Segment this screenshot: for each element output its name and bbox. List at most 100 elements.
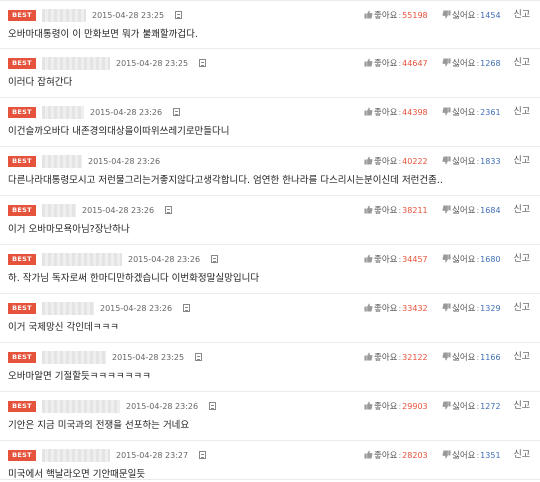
thumbs-up-icon [364,58,373,67]
vote-area: 좋아요:33432 싫어요:1329 신고 [364,302,536,316]
report-button[interactable]: 신고 [513,9,530,22]
dislike-label: 싫어요 [452,206,476,216]
thumbs-down-icon [442,352,451,361]
dislike-button[interactable]: 싫어요:1329 [442,302,501,316]
like-label: 좋아요 [374,157,398,167]
memo-icon[interactable] [195,353,202,361]
memo-icon[interactable] [173,108,180,116]
username-blurred[interactable] [42,9,86,22]
report-button[interactable]: 신고 [513,449,530,462]
dislike-label: 싫어요 [452,108,476,118]
memo-icon[interactable] [199,59,206,67]
comment-text: 이거 국제망신 각인데ㅋㅋㅋ [8,322,119,333]
report-button[interactable]: 신고 [513,204,530,217]
comment-text: 오바마대통령이 이 만화보면 뭐가 불쾌할까겁다. [8,29,198,40]
dislike-label: 싫어요 [452,451,476,461]
report-button[interactable]: 신고 [513,302,530,315]
dislike-count: 1272 [480,402,501,411]
like-count: 33432 [402,304,428,313]
username-blurred[interactable] [42,57,110,70]
memo-icon[interactable] [211,255,218,263]
username-blurred[interactable] [42,106,84,119]
username-blurred[interactable] [42,400,120,413]
memo-icon[interactable] [199,451,206,459]
dislike-button[interactable]: 싫어요:1684 [442,204,501,218]
like-button[interactable]: 좋아요:40222 [364,155,428,169]
comment-item: BEST 2015-04-28 23:26 좋아요:29903 싫어요:1272… [0,392,540,441]
dislike-count: 1680 [480,255,501,264]
dislike-button[interactable]: 싫어요:1268 [442,57,501,71]
like-button[interactable]: 좋아요:28203 [364,449,428,463]
separator: : [398,402,402,411]
vote-area: 좋아요:32122 싫어요:1166 신고 [364,351,536,365]
comment-list: BEST 2015-04-28 23:25 좋아요:55198 싫어요:1454… [0,0,540,480]
thumbs-down-icon [442,205,451,214]
username-blurred[interactable] [42,351,106,364]
like-count: 28203 [402,451,428,460]
dislike-button[interactable]: 싫어요:1166 [442,351,501,365]
thumbs-down-icon [442,303,451,312]
username-blurred[interactable] [42,449,110,462]
separator: : [476,157,480,166]
username-blurred[interactable] [42,302,94,315]
report-button[interactable]: 신고 [513,57,530,70]
dislike-label: 싫어요 [452,11,476,21]
like-button[interactable]: 좋아요:29903 [364,400,428,414]
thumbs-up-icon [364,303,373,312]
comment-date: 2015-04-28 23:26 [128,255,201,264]
like-button[interactable]: 좋아요:32122 [364,351,428,365]
like-label: 좋아요 [374,11,398,21]
comment-date: 2015-04-28 23:26 [82,206,155,215]
dislike-button[interactable]: 싫어요:2361 [442,106,501,120]
memo-icon[interactable] [175,11,182,19]
username-blurred[interactable] [42,204,76,217]
dislike-button[interactable]: 싫어요:1680 [442,253,501,267]
separator: : [476,108,480,117]
thumbs-down-icon [442,107,451,116]
dislike-button[interactable]: 싫어요:1272 [442,400,501,414]
like-count: 38211 [402,206,428,215]
separator: : [476,255,480,264]
separator: : [398,255,402,264]
like-button[interactable]: 좋아요:55198 [364,9,428,23]
like-count: 55198 [402,11,428,20]
comment-text: 이러다 잡혀간다 [8,77,73,88]
best-badge: BEST [8,107,36,118]
comment-item: BEST 2015-04-28 23:27 좋아요:28203 싫어요:1351… [0,441,540,480]
like-button[interactable]: 좋아요:44398 [364,106,428,120]
comment-item: BEST 2015-04-28 23:25 좋아요:55198 싫어요:1454… [0,0,540,49]
report-button[interactable]: 신고 [513,400,530,413]
thumbs-up-icon [364,254,373,263]
memo-icon[interactable] [165,206,172,214]
dislike-label: 싫어요 [452,59,476,69]
separator: : [476,11,480,20]
dislike-button[interactable]: 싫어요:1833 [442,155,501,169]
dislike-count: 1351 [480,451,501,460]
like-button[interactable]: 좋아요:34457 [364,253,428,267]
report-button[interactable]: 신고 [513,351,530,364]
separator: : [398,451,402,460]
memo-icon[interactable] [183,304,190,312]
username-blurred[interactable] [42,253,122,266]
thumbs-up-icon [364,156,373,165]
report-button[interactable]: 신고 [513,106,530,119]
best-badge: BEST [8,450,36,461]
like-label: 좋아요 [374,353,398,363]
report-button[interactable]: 신고 [513,155,530,168]
memo-icon[interactable] [209,402,216,410]
comment-date: 2015-04-28 23:25 [112,353,185,362]
thumbs-up-icon [364,450,373,459]
like-count: 34457 [402,255,428,264]
dislike-button[interactable]: 싫어요:1351 [442,449,501,463]
comment-text: 다른나라대통령모시고 저런물그리는거좋지않다고생각합니다. 엄연한 한나라를 다… [8,175,443,186]
comment-text: 하. 작가님 독자로써 한마디만하겠습니다 이번화정말실망입니다 [8,273,260,284]
username-blurred[interactable] [42,155,82,168]
dislike-button[interactable]: 싫어요:1454 [442,9,501,23]
like-button[interactable]: 좋아요:44647 [364,57,428,71]
like-button[interactable]: 좋아요:38211 [364,204,428,218]
like-button[interactable]: 좋아요:33432 [364,302,428,316]
like-label: 좋아요 [374,402,398,412]
dislike-count: 1684 [480,206,501,215]
report-button[interactable]: 신고 [513,253,530,266]
separator: : [476,353,480,362]
